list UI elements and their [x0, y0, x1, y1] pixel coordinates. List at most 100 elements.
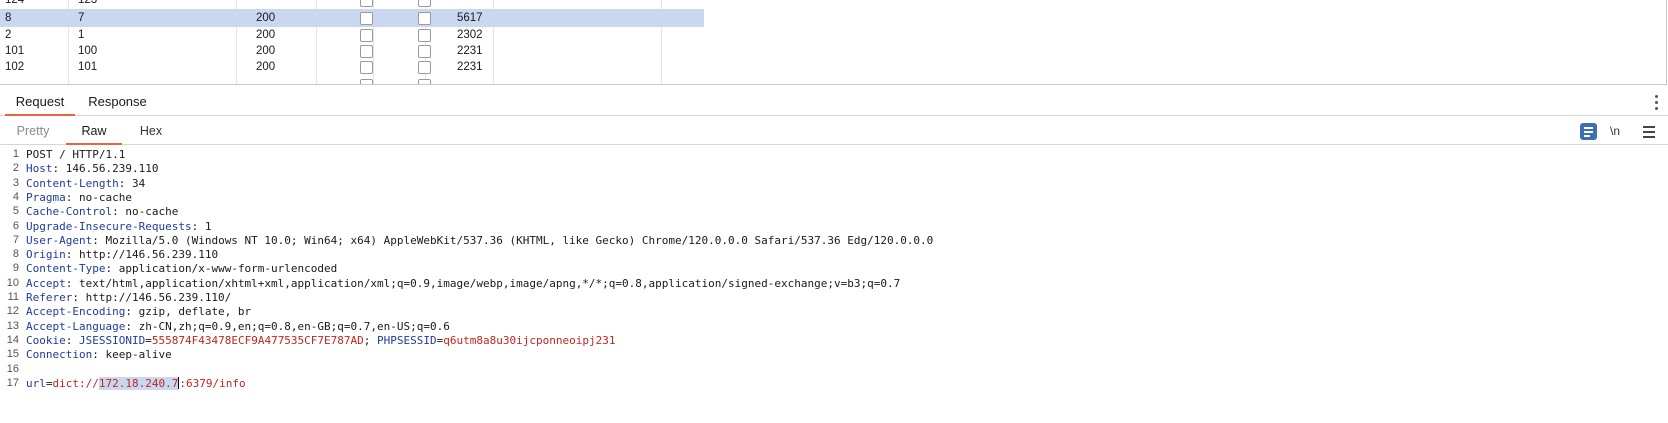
line-content: Accept-Language: zh-CN,zh;q=0.9,en;q=0.8… — [26, 319, 450, 334]
error-checkbox[interactable] — [360, 79, 373, 84]
line-content: Origin: http://146.56.239.110 — [26, 247, 218, 262]
line-number: 8 — [12, 248, 19, 261]
status-code: 200 — [256, 61, 276, 73]
tab-pretty[interactable]: Pretty — [8, 119, 58, 143]
checkbox-box — [360, 29, 373, 42]
header-value: http://146.56.239.110/ — [78, 291, 232, 304]
repeater-view: 124 123 8 7 200 5617 2 1 200 2302 101 100 200 2231 102… — [0, 0, 1668, 423]
payload-value: 7 — [78, 12, 85, 24]
line-content: Upgrade-Insecure-Requests: 1 — [26, 219, 211, 234]
checkbox-box — [418, 0, 431, 7]
line-content: Cache-Control: no-cache — [26, 204, 178, 219]
tab-hex[interactable]: Hex — [126, 119, 176, 143]
header-name: Cookie — [26, 333, 66, 347]
header-colon: : — [92, 348, 99, 362]
header-value: zh-CN,zh;q=0.9,en;q=0.8,en-GB;q=0.7,en-U… — [131, 319, 450, 333]
line-number: 1 — [12, 148, 19, 160]
request-number: 124 — [5, 0, 25, 6]
table-row[interactable]: 102 101 200 2231 — [0, 58, 704, 76]
line-content: Accept-Encoding: gzip, deflate, br — [26, 304, 251, 319]
header-name: Pragma — [26, 190, 66, 204]
request-number: 8 — [5, 12, 12, 24]
header-value: keep-alive — [98, 348, 172, 362]
line-number: 5 — [12, 205, 19, 218]
line-content: Referer: http://146.56.239.110/ — [26, 290, 231, 305]
header-name: Host — [26, 162, 53, 176]
header-value: no-cache — [118, 205, 179, 219]
header-name: Accept — [26, 276, 66, 290]
checkbox-box — [360, 61, 373, 74]
line-number: 10 — [6, 276, 19, 289]
header-name: Accept-Encoding — [26, 305, 126, 319]
line-content: Host: 146.56.239.110 — [26, 161, 158, 176]
view-mode-tabs: Pretty Raw Hex \n — [0, 119, 1668, 145]
payload-value: 101 — [78, 61, 98, 73]
line-content: Pragma: no-cache — [26, 190, 132, 205]
header-name: Content-Type — [26, 262, 106, 276]
body-param-name: url — [26, 376, 46, 390]
line-number: 3 — [12, 176, 19, 189]
cookie-name: JSESSIONID — [79, 333, 146, 347]
selected-text: 172.18.240.7 — [98, 376, 179, 390]
header-colon: : — [72, 291, 79, 304]
checkbox-box — [418, 45, 431, 58]
tab-raw[interactable]: Raw — [66, 119, 122, 145]
header-name: Accept-Language — [26, 319, 126, 333]
header-colon: : — [125, 305, 132, 319]
word-wrap-icon[interactable] — [1580, 123, 1597, 140]
line-content: Connection: keep-alive — [26, 347, 172, 362]
header-value: text/html,application/xhtml+xml,applicat… — [72, 276, 901, 290]
line-content: url=dict://172.18.240.7:6379/info — [26, 376, 246, 390]
line-number: 15 — [6, 348, 19, 361]
line-content: POST / HTTP/1.1 — [26, 147, 125, 162]
checkbox-box — [360, 79, 373, 84]
line-number: 6 — [12, 219, 19, 232]
cookie-value: q6utm8a8u30ijcponneoipj231 — [443, 333, 616, 347]
message-tabs: Request Response — [0, 90, 1668, 116]
header-value: 146.56.239.110 — [59, 162, 159, 176]
tab-response[interactable]: Response — [80, 90, 155, 114]
line-number: 16 — [6, 362, 19, 375]
timeout-checkbox[interactable] — [418, 79, 431, 84]
header-colon: : — [92, 233, 99, 247]
line-content: Content-Length: 34 — [26, 176, 145, 191]
table-row[interactable] — [0, 76, 704, 84]
line-number: 17 — [6, 376, 19, 389]
raw-request-editor[interactable]: 1 POST / HTTP/1.1 2 Host: 146.56.239.110 3 Co… — [0, 147, 1668, 423]
header-colon: : — [125, 319, 132, 333]
request-number: 102 — [5, 61, 25, 73]
header-value: gzip, deflate, br — [131, 305, 252, 319]
response-length: 5617 — [457, 12, 483, 24]
line-content: Content-Type: application/x-www-form-url… — [26, 261, 337, 276]
header-name: Connection — [26, 348, 93, 362]
checkbox-box — [418, 12, 431, 25]
line-number: 14 — [6, 333, 19, 346]
header-value: 1 — [198, 219, 212, 233]
hamburger-menu-icon[interactable] — [1643, 123, 1655, 140]
more-options-icon[interactable] — [1654, 95, 1658, 110]
header-name: Referer — [26, 291, 73, 304]
line-number: 2 — [12, 162, 19, 175]
line-content: User-Agent: Mozilla/5.0 (Windows NT 10.0… — [26, 233, 933, 248]
checkbox-box — [360, 0, 373, 7]
line-number: 7 — [12, 233, 19, 246]
body-param-value: dict:// — [52, 376, 99, 390]
payload-value: 123 — [78, 0, 98, 6]
header-name: Origin — [26, 248, 66, 262]
cookie-value: 555874F43478ECF9A477535CF7E787AD — [151, 333, 364, 347]
results-table: 124 123 8 7 200 5617 2 1 200 2302 101 100 200 2231 102… — [0, 0, 1667, 85]
table-row[interactable]: 8 7 200 5617 — [0, 9, 704, 27]
tab-request[interactable]: Request — [5, 90, 75, 116]
newline-toggle-button[interactable]: \n — [1610, 123, 1630, 140]
line-number: 11 — [7, 291, 19, 303]
status-code: 200 — [256, 12, 276, 24]
response-length: 2231 — [457, 61, 483, 73]
line-content: Accept: text/html,application/xhtml+xml,… — [26, 276, 900, 291]
header-name: Upgrade-Insecure-Requests — [26, 219, 192, 233]
table-row[interactable]: 124 123 — [0, 0, 704, 9]
checkbox-box — [418, 61, 431, 74]
checkbox-box — [418, 29, 431, 42]
header-value: no-cache — [72, 190, 132, 204]
line-content: Cookie: JSESSIONID=555874F43478ECF9A4775… — [26, 333, 616, 347]
header-value: Mozilla/5.0 (Windows NT 10.0; Win64; x64… — [98, 233, 934, 247]
